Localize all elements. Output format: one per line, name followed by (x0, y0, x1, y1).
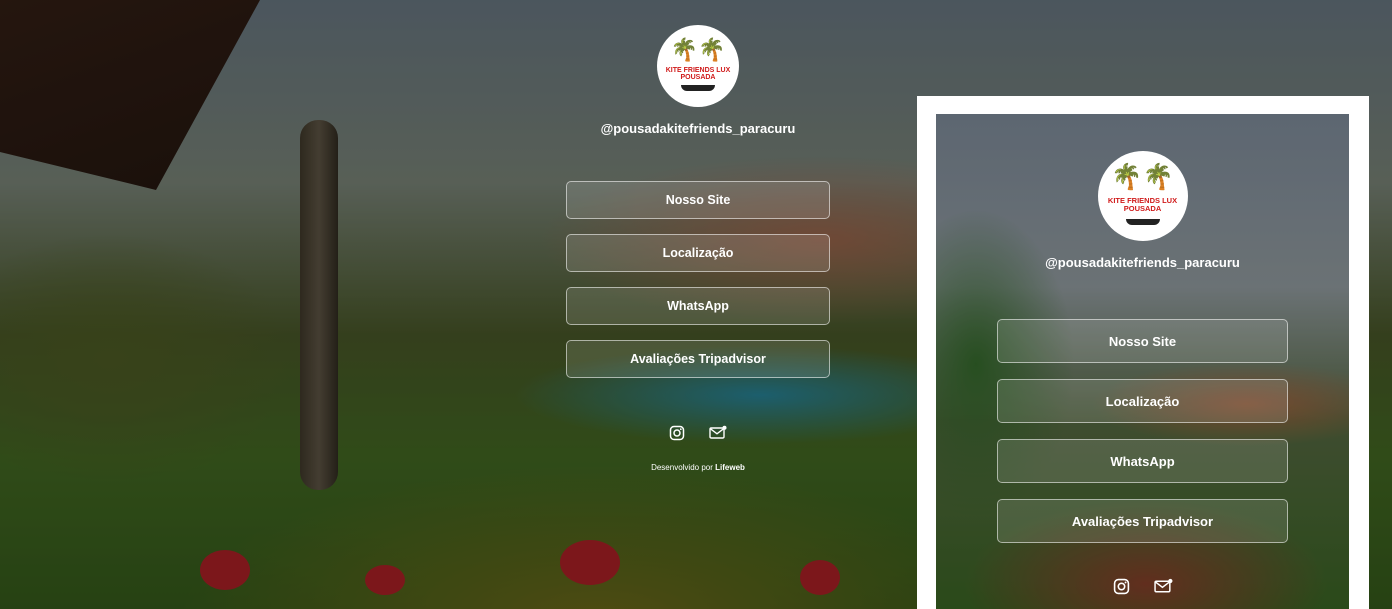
palm-logo-icon: 🌴🌴 (670, 37, 726, 62)
logo-text: KITE FRIENDS LUX POUSADA (1107, 196, 1178, 213)
profile-handle: @pousadakitefriends_paracuru (600, 121, 796, 136)
avatar: 🌴🌴 KITE FRIENDS LUX POUSADA (657, 25, 739, 107)
link-list: Nosso Site Localização WhatsApp Avaliaçõ… (566, 181, 830, 378)
social-links (669, 425, 727, 441)
link-button-nosso-site[interactable]: Nosso Site (997, 319, 1288, 363)
link-button-nosso-site[interactable]: Nosso Site (566, 181, 830, 219)
instagram-icon[interactable] (669, 425, 685, 441)
link-button-tripadvisor[interactable]: Avaliações Tripadvisor (566, 340, 830, 378)
credit-prefix: Desenvolvido por (651, 463, 713, 472)
avatar: 🌴🌴 KITE FRIENDS LUX POUSADA (1097, 151, 1188, 241)
mobile-preview-screen: 🌴🌴 KITE FRIENDS LUX POUSADA @pousadakite… (936, 114, 1349, 609)
social-links (1113, 578, 1173, 595)
palm-logo-icon: 🌴🌴 (1111, 163, 1174, 191)
mobile-preview-frame: 🌴🌴 KITE FRIENDS LUX POUSADA @pousadakite… (917, 96, 1369, 609)
email-icon[interactable] (1153, 578, 1173, 595)
credit-brand-link[interactable]: Lifeweb (715, 463, 745, 472)
link-list: Nosso Site Localização WhatsApp Avaliaçõ… (997, 319, 1288, 543)
link-button-whatsapp[interactable]: WhatsApp (566, 287, 830, 325)
boat-logo-icon (1125, 219, 1160, 225)
link-page: 🌴🌴 KITE FRIENDS LUX POUSADA @pousadakite… (566, 0, 830, 609)
link-button-whatsapp[interactable]: WhatsApp (997, 439, 1288, 483)
link-button-localizacao[interactable]: Localização (997, 379, 1288, 423)
developer-credit: Desenvolvido por Lifeweb (651, 463, 745, 472)
link-button-tripadvisor[interactable]: Avaliações Tripadvisor (997, 499, 1288, 543)
logo-text: KITE FRIENDS LUX POUSADA (665, 67, 731, 81)
instagram-icon[interactable] (1113, 578, 1130, 595)
link-button-localizacao[interactable]: Localização (566, 234, 830, 272)
boat-logo-icon (681, 85, 715, 91)
email-icon[interactable] (709, 425, 727, 441)
profile-handle: @pousadakitefriends_paracuru (1045, 255, 1240, 270)
